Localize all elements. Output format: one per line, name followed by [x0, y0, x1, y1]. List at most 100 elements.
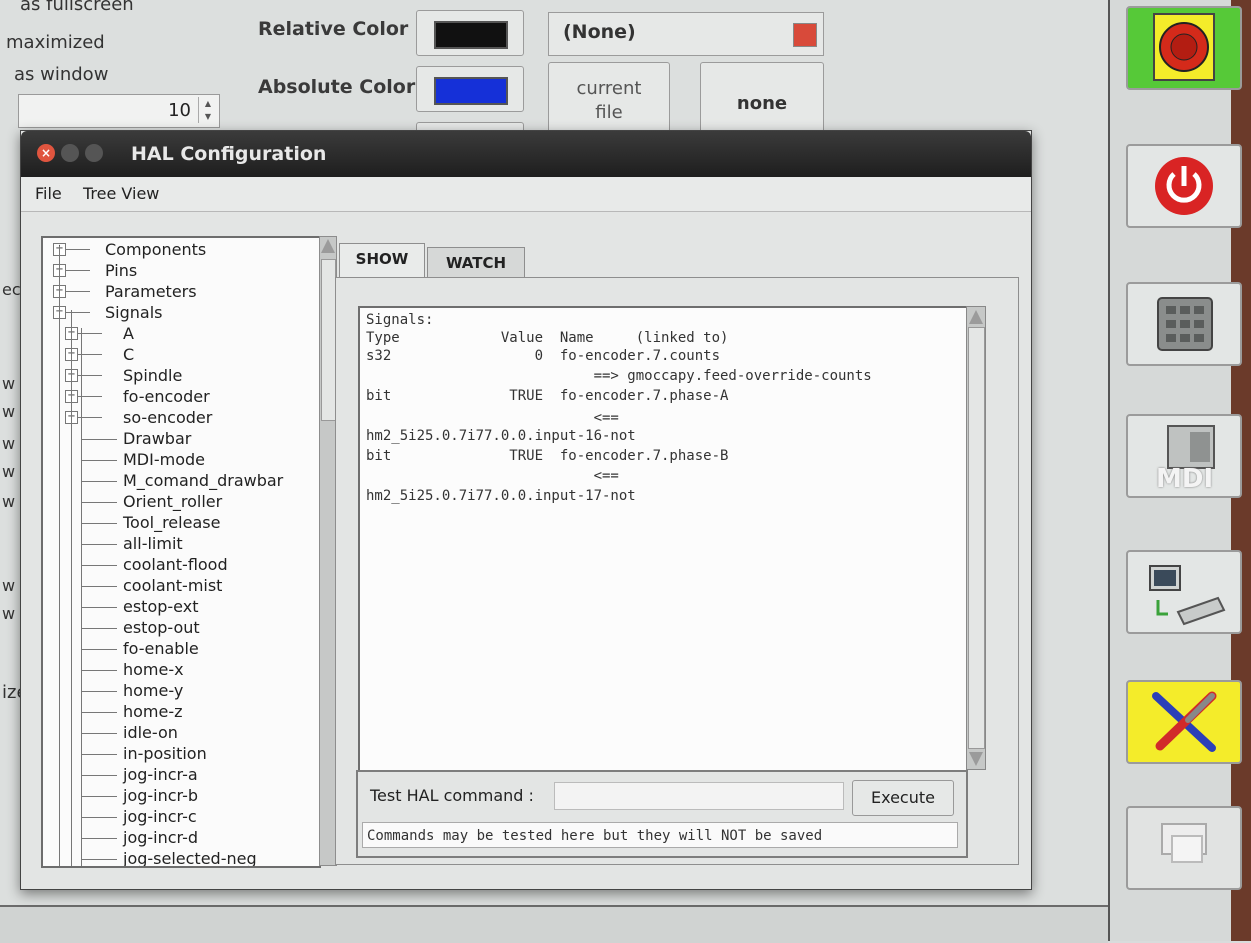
- edge-fragment: ec: [2, 280, 21, 299]
- tree-item-signal[interactable]: Drawbar: [43, 429, 313, 450]
- hal-configuration-window: × HAL Configuration File Tree View +Comp…: [20, 130, 1032, 890]
- option-window[interactable]: as window: [14, 64, 108, 85]
- tree-item-signal[interactable]: Orient_roller: [43, 492, 313, 513]
- tab-show[interactable]: SHOW: [339, 243, 425, 278]
- tree-item-signal[interactable]: MDI-mode: [43, 450, 313, 471]
- window-title: HAL Configuration: [131, 143, 327, 165]
- option-maximized[interactable]: maximized: [6, 32, 105, 53]
- tree-item-signal[interactable]: home-y: [43, 681, 313, 702]
- tree-item-signal[interactable]: jog-incr-a: [43, 765, 313, 786]
- title-bar[interactable]: × HAL Configuration: [21, 131, 1031, 177]
- manual-mode-button[interactable]: [1126, 282, 1242, 366]
- tools-icon: [1152, 691, 1217, 752]
- tree-item-signal[interactable]: estop-out: [43, 618, 313, 639]
- tree-item-node[interactable]: +Components: [43, 240, 313, 261]
- tree-item-label: so-encoder: [123, 408, 213, 427]
- tree-item-signal[interactable]: jog-selected-neg: [43, 849, 313, 866]
- tree-connector: [81, 628, 117, 629]
- tree-item-signal[interactable]: all-limit: [43, 534, 313, 555]
- tree-item-label: estop-out: [123, 618, 200, 637]
- tree-connector: [66, 312, 90, 313]
- tree-item-signal[interactable]: Tool_release: [43, 513, 313, 534]
- tree-item-node[interactable]: +Pins: [43, 261, 313, 282]
- tree-item-label: Spindle: [123, 366, 183, 385]
- tree-item-signal[interactable]: home-x: [43, 660, 313, 681]
- absolute-color-button[interactable]: [416, 66, 524, 112]
- output-line: <==: [366, 468, 619, 484]
- tree-item-signal[interactable]: in-position: [43, 744, 313, 765]
- tree-connector: [81, 607, 117, 608]
- tab-watch[interactable]: WATCH: [427, 247, 525, 278]
- tree-item-signal[interactable]: idle-on: [43, 723, 313, 744]
- scroll-up-icon[interactable]: [321, 239, 335, 253]
- tree-item-node[interactable]: +Parameters: [43, 282, 313, 303]
- scrollbar-thumb[interactable]: [968, 327, 985, 749]
- file-open-icon: [793, 23, 817, 47]
- test-command-input[interactable]: [554, 782, 844, 810]
- tree-item-label: home-y: [123, 681, 184, 700]
- tree-item-signal[interactable]: home-z: [43, 702, 313, 723]
- execute-button[interactable]: Execute: [852, 780, 954, 816]
- output-scrollbar[interactable]: [966, 306, 986, 770]
- mdi-mode-button[interactable]: MDI: [1126, 414, 1242, 498]
- output-line: hm2_5i25.0.7i77.0.0.input-17-not: [366, 488, 636, 504]
- signals-output[interactable]: Signals: Type Value Name (linked to) s32 0…: [358, 306, 968, 772]
- tree-item-signal-group[interactable]: +so-encoder: [43, 408, 313, 429]
- spin-arrows[interactable]: ▲ ▼: [198, 97, 217, 123]
- edge-fragment: w: [2, 576, 16, 595]
- minimize-icon[interactable]: [61, 144, 79, 162]
- tree-item-signal[interactable]: fo-enable: [43, 639, 313, 660]
- menu-tree-view[interactable]: Tree View: [83, 184, 159, 203]
- spin-button[interactable]: 10 ▲ ▼: [18, 94, 220, 128]
- tree-item-signal-group[interactable]: +A: [43, 324, 313, 345]
- test-command-label: Test HAL command :: [370, 786, 534, 805]
- user-tabs-button[interactable]: [1126, 806, 1242, 890]
- output-line: s32 0 fo-encoder.7.counts: [366, 348, 721, 364]
- combo-value: (None): [563, 21, 636, 43]
- file-combo[interactable]: (None): [548, 12, 824, 56]
- tree-item-signal[interactable]: M_comand_drawbar: [43, 471, 313, 492]
- tree-item-signal-group[interactable]: +C: [43, 345, 313, 366]
- cnc-machine-icon: [1149, 565, 1226, 626]
- tree-item-label: Orient_roller: [123, 492, 223, 511]
- tree-item-signal-group[interactable]: +fo-encoder: [43, 387, 313, 408]
- scrollbar-thumb[interactable]: [321, 259, 336, 421]
- estop-button[interactable]: [1126, 6, 1242, 90]
- tree-item-label: Drawbar: [123, 429, 192, 448]
- tree-connector: [81, 712, 117, 713]
- relative-color-swatch: [434, 21, 508, 49]
- scroll-up-icon[interactable]: [969, 310, 983, 324]
- scroll-down-icon[interactable]: [969, 752, 983, 766]
- tree-item-label: jog-incr-b: [123, 786, 199, 805]
- tree-connector: [81, 775, 117, 776]
- tree-item-label: Components: [105, 240, 207, 259]
- option-fullscreen[interactable]: as fullscreen: [20, 0, 134, 15]
- menu-file[interactable]: File: [35, 184, 62, 203]
- tree-item-signal[interactable]: jog-incr-b: [43, 786, 313, 807]
- relative-color-button[interactable]: [416, 10, 524, 56]
- power-button[interactable]: [1126, 144, 1242, 228]
- absolute-color-label: Absolute Color: [258, 76, 416, 98]
- tree-guide-line: [81, 328, 82, 866]
- settings-button[interactable]: [1126, 680, 1242, 764]
- hal-tree[interactable]: +Components+Pins+Parameters−Signals+A+C+…: [41, 236, 321, 868]
- tree-connector: [81, 691, 117, 692]
- close-icon[interactable]: ×: [37, 144, 55, 162]
- tree-item-signal[interactable]: coolant-mist: [43, 576, 313, 597]
- tree-connector: [81, 565, 117, 566]
- maximize-icon[interactable]: [85, 144, 103, 162]
- tree-item-signal[interactable]: jog-incr-d: [43, 828, 313, 849]
- tree-connector: [81, 439, 117, 440]
- tree-item-label: jog-incr-a: [123, 765, 198, 784]
- tree-item-label: fo-enable: [123, 639, 199, 658]
- tree-connector: [81, 523, 117, 524]
- tree-item-signal[interactable]: coolant-flood: [43, 555, 313, 576]
- auto-mode-button[interactable]: [1126, 550, 1242, 634]
- tree-item-label: Tool_release: [123, 513, 221, 532]
- relative-color-label: Relative Color: [258, 18, 409, 40]
- tree-item-signals[interactable]: −Signals: [43, 303, 313, 324]
- tree-item-signal[interactable]: jog-incr-c: [43, 807, 313, 828]
- tree-item-label: M_comand_drawbar: [123, 471, 284, 490]
- tree-item-signal[interactable]: estop-ext: [43, 597, 313, 618]
- tree-item-signal-group[interactable]: +Spindle: [43, 366, 313, 387]
